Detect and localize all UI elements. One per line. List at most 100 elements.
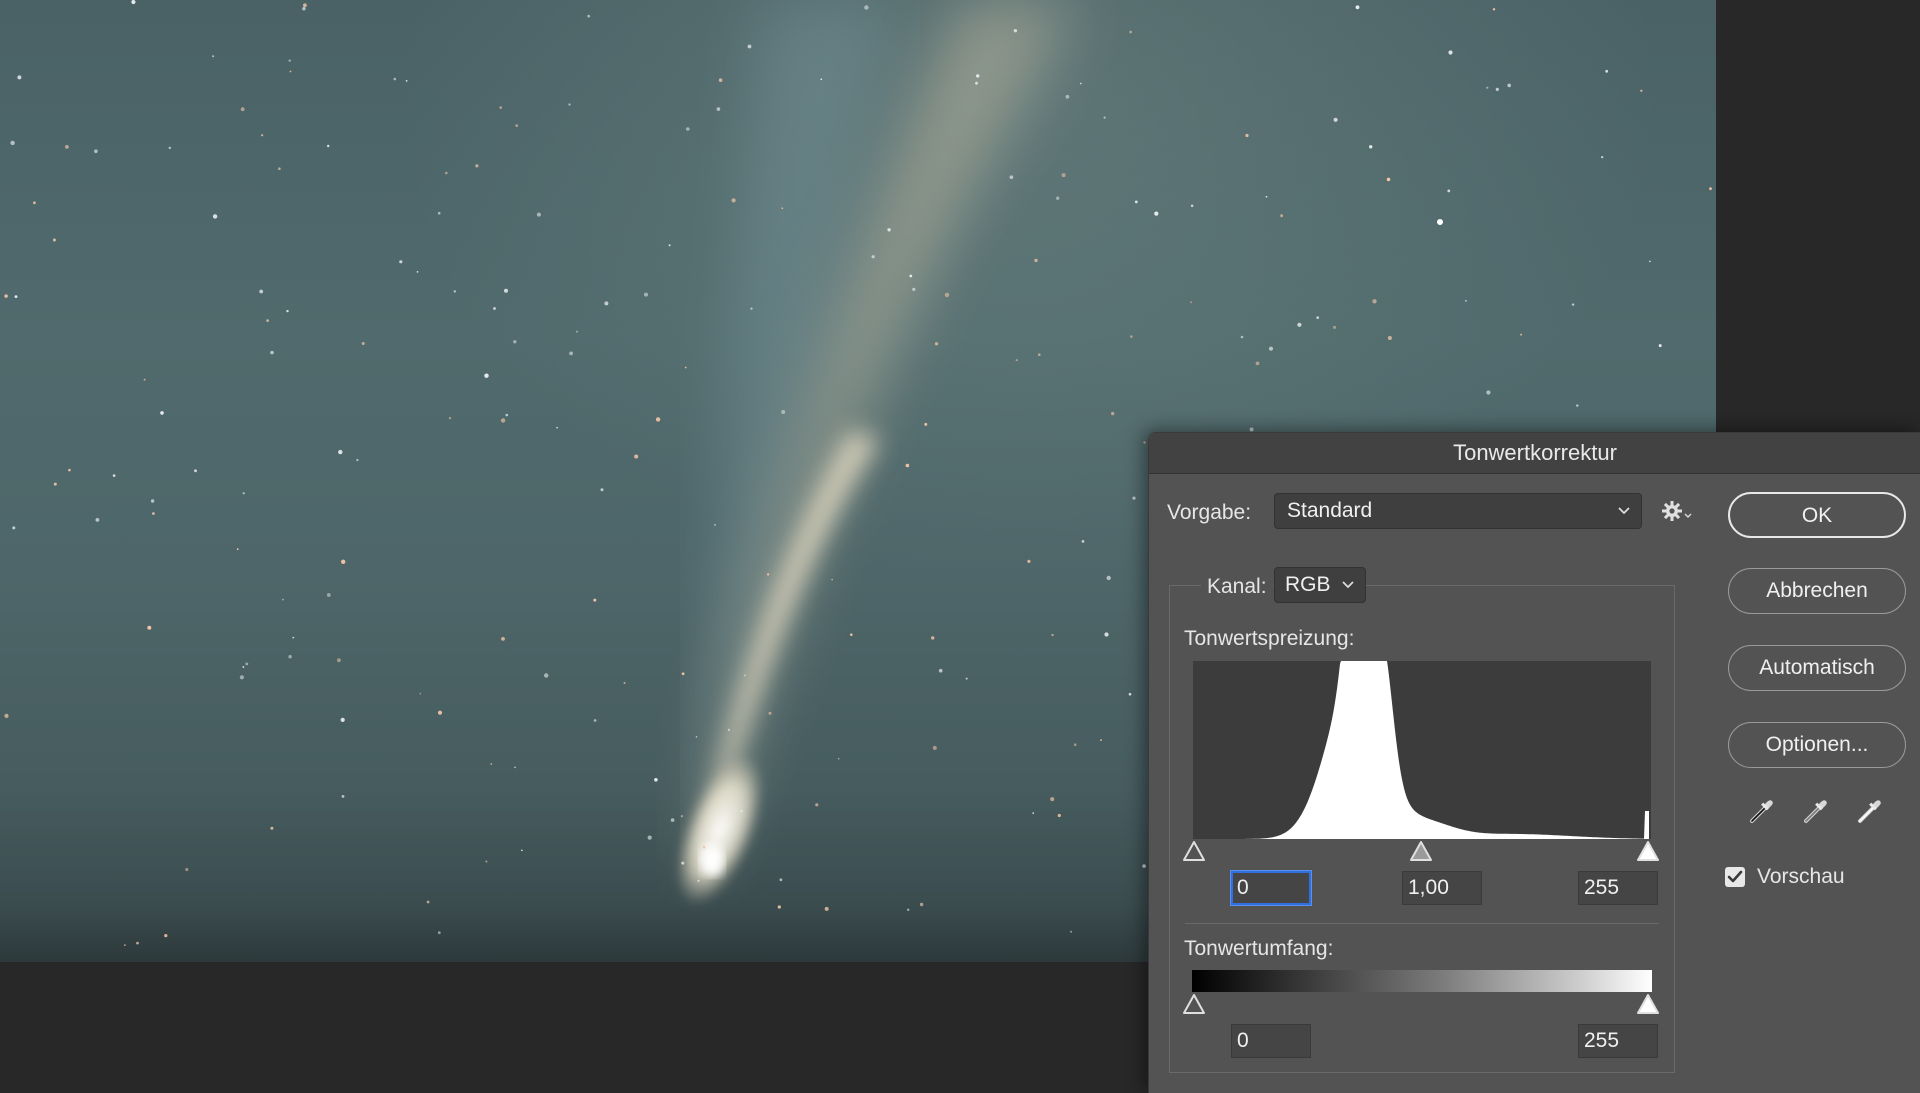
star: [1387, 336, 1392, 340]
star: [1255, 361, 1260, 366]
input-gamma-field[interactable]: [1402, 871, 1482, 905]
star: [505, 413, 509, 417]
star: [1605, 69, 1609, 73]
input-white-slider[interactable]: [1636, 840, 1660, 862]
star: [655, 417, 661, 422]
star: [864, 5, 869, 10]
star: [131, 0, 136, 5]
output-black-slider[interactable]: [1182, 993, 1206, 1015]
ok-button[interactable]: OK: [1728, 492, 1906, 538]
star: [1130, 335, 1133, 338]
star: [405, 80, 408, 82]
star: [278, 167, 281, 170]
input-black-field[interactable]: [1231, 871, 1311, 905]
star: [270, 826, 274, 830]
star: [1240, 335, 1244, 339]
output-gradient-bar: [1192, 970, 1652, 992]
star: [212, 214, 218, 219]
star: [1268, 346, 1274, 351]
star: [1249, 427, 1254, 432]
star: [1245, 133, 1249, 138]
star: [239, 675, 244, 680]
star: [593, 719, 597, 722]
star: [644, 292, 648, 297]
star: [912, 287, 916, 291]
white-point-eyedropper-icon[interactable]: [1853, 793, 1887, 827]
histogram-graph: [1193, 661, 1649, 839]
star: [340, 717, 345, 723]
star: [1032, 812, 1035, 814]
input-black-slider[interactable]: [1182, 840, 1206, 862]
preview-checkbox[interactable]: [1725, 867, 1745, 887]
preset-select[interactable]: Standard: [1274, 493, 1642, 529]
input-levels-label: Tonwertspreizung:: [1184, 627, 1355, 650]
star: [695, 736, 698, 738]
star: [1369, 145, 1373, 149]
star: [976, 74, 980, 78]
star: [905, 463, 910, 468]
output-white-field[interactable]: [1578, 1024, 1658, 1058]
star: [1134, 200, 1138, 204]
star: [361, 342, 365, 345]
star: [569, 351, 573, 356]
auto-button[interactable]: Automatisch: [1728, 645, 1906, 691]
star: [1601, 156, 1604, 159]
star: [1129, 30, 1133, 34]
star: [17, 75, 22, 80]
star: [1520, 333, 1523, 336]
channel-select[interactable]: RGB: [1274, 567, 1366, 603]
star: [680, 815, 684, 818]
star: [932, 745, 937, 750]
dialog-title[interactable]: Tonwertkorrektur: [1149, 433, 1920, 474]
star: [150, 499, 155, 503]
star: [909, 274, 913, 278]
star: [168, 146, 171, 150]
input-gamma-slider[interactable]: [1409, 840, 1433, 862]
channel-select-value: RGB: [1285, 573, 1331, 596]
star: [445, 171, 448, 175]
star: [938, 668, 943, 673]
star: [1015, 359, 1018, 362]
star: [437, 211, 441, 215]
output-white-slider[interactable]: [1636, 993, 1660, 1015]
star: [1034, 258, 1038, 263]
star: [501, 637, 505, 641]
star: [289, 70, 292, 73]
star: [282, 598, 284, 601]
star: [887, 228, 891, 232]
star: [514, 766, 516, 769]
star: [416, 271, 419, 273]
star: [426, 900, 430, 904]
black-point-eyedropper-icon[interactable]: [1745, 793, 1779, 827]
star: [288, 59, 291, 62]
star: [1050, 797, 1055, 802]
output-black-field[interactable]: [1231, 1024, 1311, 1058]
star: [68, 468, 71, 472]
star: [654, 778, 658, 782]
star: [1640, 89, 1643, 93]
star: [1100, 739, 1102, 742]
star: [521, 849, 523, 852]
gear-icon[interactable]: [1661, 499, 1695, 530]
star: [1070, 930, 1073, 933]
input-white-field[interactable]: [1578, 871, 1658, 905]
star: [587, 14, 591, 18]
star: [152, 512, 155, 515]
bright-star: [1437, 219, 1443, 225]
star: [1372, 299, 1377, 304]
cancel-button[interactable]: Abbrechen: [1728, 568, 1906, 614]
star: [261, 134, 264, 137]
star: [684, 366, 687, 369]
options-button[interactable]: Optionen...: [1728, 722, 1906, 768]
star: [160, 411, 164, 415]
star: [327, 144, 330, 148]
star: [1265, 195, 1268, 198]
star: [1280, 214, 1283, 218]
gray-point-eyedropper-icon[interactable]: [1799, 793, 1833, 827]
star: [485, 860, 488, 863]
star: [779, 878, 783, 882]
star: [53, 482, 57, 486]
star: [1355, 5, 1360, 10]
star: [1495, 87, 1499, 91]
star: [716, 107, 721, 111]
